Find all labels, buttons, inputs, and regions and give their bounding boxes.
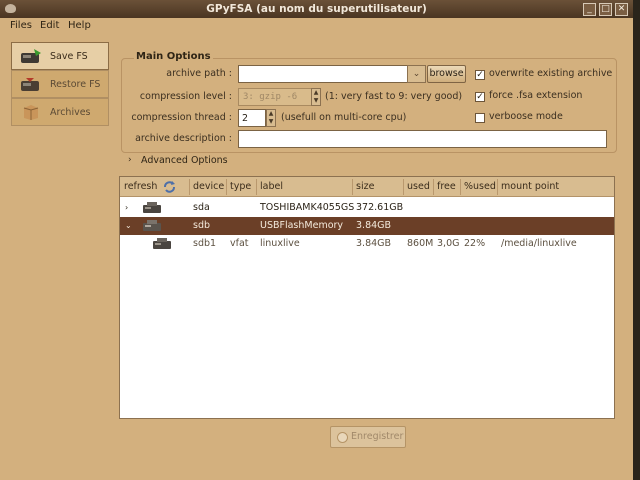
- main-options-title: Main Options: [134, 51, 213, 62]
- column-refresh[interactable]: refresh: [124, 181, 157, 192]
- save-button-label: Enregistrer: [351, 431, 404, 442]
- table-row[interactable]: › sda TOSHIBAMK4055GS 372.61GB: [120, 199, 614, 217]
- table-row[interactable]: sdb1 vfat linuxlive 3.84GB 860M 3,0G 22%…: [120, 235, 614, 253]
- cell-pct-used: 22%: [464, 238, 486, 249]
- column-pct-used[interactable]: %used: [464, 181, 496, 192]
- menu-help[interactable]: Help: [68, 20, 91, 31]
- expander-arrow-icon[interactable]: ⌄: [125, 221, 132, 230]
- cell-free: 3,0G: [437, 238, 460, 249]
- column-device[interactable]: device: [193, 181, 224, 192]
- sidebar-item-archives[interactable]: Archives: [11, 98, 109, 126]
- browse-button[interactable]: browse: [427, 65, 466, 83]
- sidebar-item-restore-fs[interactable]: Restore FS: [11, 70, 109, 98]
- cell-device: sdb1: [193, 238, 217, 249]
- device-tree: refresh device type label size used free…: [119, 176, 615, 419]
- sidebar-item-label: Save FS: [50, 51, 88, 62]
- verbose-mode-label: verboose mode: [489, 111, 563, 122]
- column-free[interactable]: free: [437, 181, 456, 192]
- maximize-button[interactable]: □: [599, 3, 612, 16]
- partition-icon: [153, 238, 171, 249]
- cell-label: USBFlashMemory: [260, 220, 344, 231]
- advanced-options-expander[interactable]: Advanced Options: [141, 155, 228, 166]
- sidebar-item-save-fs[interactable]: Save FS: [11, 42, 109, 70]
- archive-path-label: archive path :: [166, 68, 232, 79]
- menu-files[interactable]: Files: [10, 20, 32, 31]
- sidebar-item-label: Restore FS: [50, 79, 101, 90]
- hard-disk-icon: [143, 220, 161, 231]
- cell-size: 372.61GB: [356, 202, 404, 213]
- cell-mount-point: /media/linuxlive: [501, 238, 577, 249]
- save-button[interactable]: Enregistrer: [330, 426, 406, 448]
- cell-size: 3.84GB: [356, 220, 392, 231]
- verbose-mode-checkbox[interactable]: [475, 113, 485, 123]
- restore-disk-icon: [21, 78, 39, 91]
- title-bar: GPyFSA (au nom du superutilisateur) _ □ …: [0, 0, 633, 18]
- archive-box-icon: [23, 105, 39, 120]
- archive-path-input[interactable]: [238, 65, 408, 83]
- column-size[interactable]: size: [356, 181, 374, 192]
- save-icon: [337, 432, 348, 443]
- desktop-background: [633, 0, 640, 480]
- sidebar: Save FS Restore FS Archives: [11, 42, 109, 127]
- expander-arrow-icon[interactable]: ›: [125, 203, 128, 212]
- menu-edit[interactable]: Edit: [40, 20, 59, 31]
- expander-arrow-icon[interactable]: ›: [128, 155, 132, 165]
- overwrite-existing-checkbox[interactable]: ✓: [475, 70, 485, 80]
- save-disk-icon: [21, 49, 41, 63]
- cell-device: sda: [193, 202, 210, 213]
- cell-used: 860M: [407, 238, 434, 249]
- archive-description-input[interactable]: [238, 130, 607, 148]
- hard-disk-icon: [143, 202, 161, 213]
- close-button[interactable]: ✕: [615, 3, 628, 16]
- compression-level-select[interactable]: 3: gzip -6: [238, 88, 312, 106]
- force-fsa-label: force .fsa extension: [489, 90, 583, 101]
- column-mount-point[interactable]: mount point: [501, 181, 559, 192]
- tree-header: refresh device type label size used free…: [120, 177, 614, 197]
- compression-level-hint: (1: very fast to 9: very good): [325, 91, 463, 102]
- column-label[interactable]: label: [260, 181, 283, 192]
- window-title: GPyFSA (au nom du superutilisateur): [206, 3, 427, 15]
- chevron-down-icon[interactable]: ⌄: [407, 65, 426, 83]
- column-type[interactable]: type: [230, 181, 251, 192]
- minimize-button[interactable]: _: [583, 3, 596, 16]
- archive-description-label: archive description :: [135, 133, 232, 144]
- force-fsa-checkbox[interactable]: ✓: [475, 92, 485, 102]
- cell-size: 3.84GB: [356, 238, 392, 249]
- compression-thread-label: compression thread :: [131, 112, 232, 123]
- overwrite-existing-label: overwrite existing archive: [489, 68, 613, 79]
- compression-thread-hint: (usefull on multi-core cpu): [281, 112, 407, 123]
- cell-label: TOSHIBAMK4055GS: [260, 202, 355, 213]
- sidebar-item-label: Archives: [50, 107, 91, 118]
- cell-type: vfat: [230, 238, 249, 249]
- compression-thread-spinner[interactable]: 2: [238, 109, 266, 127]
- cell-label: linuxlive: [260, 238, 300, 249]
- menu-bar: Files Edit Help: [0, 18, 633, 37]
- column-used[interactable]: used: [407, 181, 430, 192]
- compression-thread-arrows-icon[interactable]: ▲ ▼: [266, 109, 276, 127]
- compression-level-arrows-icon[interactable]: ▲ ▼: [311, 88, 321, 106]
- compression-level-label: compression level :: [139, 91, 232, 102]
- refresh-icon[interactable]: [163, 181, 176, 193]
- table-row[interactable]: ⌄ sdb USBFlashMemory 3.84GB: [120, 217, 614, 235]
- cell-device: sdb: [193, 220, 211, 231]
